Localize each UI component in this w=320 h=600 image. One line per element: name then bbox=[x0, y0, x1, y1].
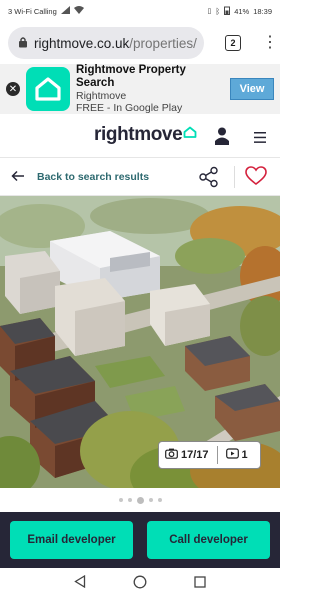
browser-menu-icon[interactable]: ⋮ bbox=[262, 35, 278, 51]
vibrate-icon: ▯ bbox=[207, 8, 212, 15]
rightmove-logo[interactable]: rightmove bbox=[94, 124, 197, 146]
site-header: rightmove bbox=[0, 114, 280, 158]
share-icon[interactable] bbox=[198, 166, 220, 193]
camera-icon bbox=[165, 448, 178, 462]
property-photo[interactable]: 17/17 1 bbox=[0, 196, 280, 488]
address-bar[interactable]: rightmove.co.uk/properties/ bbox=[8, 27, 204, 59]
carousel-dot[interactable] bbox=[127, 498, 132, 502]
back-arrow-icon[interactable] bbox=[11, 169, 25, 188]
nav-back-icon[interactable] bbox=[73, 574, 86, 593]
system-nav-bar bbox=[0, 568, 280, 600]
wifi-icon bbox=[73, 6, 84, 16]
banner-title: Rightmove Property Search bbox=[76, 63, 186, 89]
carousel-dot[interactable] bbox=[148, 498, 153, 502]
url-path: /properties/ bbox=[129, 35, 197, 51]
media-counter[interactable]: 17/17 1 bbox=[158, 441, 261, 469]
email-developer-button[interactable]: Email developer bbox=[10, 521, 133, 559]
close-icon[interactable]: ✕ bbox=[6, 82, 20, 96]
photo-counter[interactable]: 17/17 bbox=[165, 448, 209, 462]
browser-toolbar: rightmove.co.uk/properties/ 2 ⋮ bbox=[0, 22, 280, 64]
photo-count: 17/17 bbox=[181, 449, 209, 461]
nav-home-icon[interactable] bbox=[133, 575, 147, 594]
signal-icon bbox=[60, 6, 70, 16]
carousel-dot-active[interactable] bbox=[136, 496, 144, 504]
carrier-label: 3 Wi-Fi Calling bbox=[8, 6, 57, 16]
banner-price: FREE - In Google Play bbox=[76, 102, 183, 115]
tab-switcher-button[interactable]: 2 bbox=[225, 35, 241, 51]
bluetooth-icon: ᛒ bbox=[215, 6, 221, 16]
carousel-dot[interactable] bbox=[118, 498, 123, 502]
carousel-dot[interactable] bbox=[157, 498, 162, 502]
lock-icon bbox=[18, 36, 28, 51]
app-install-banner: ✕ Rightmove Property Search Rightmove FR… bbox=[0, 64, 280, 114]
status-bar: 3 Wi-Fi Calling ▯ ᛒ 41% 18:39 bbox=[0, 0, 280, 22]
divider bbox=[234, 166, 235, 188]
url-domain: rightmove.co.uk bbox=[34, 35, 130, 51]
logo-text: rightmove bbox=[94, 124, 183, 145]
rightmove-app-logo bbox=[26, 67, 70, 111]
contact-bar: Email developer Call developer bbox=[0, 512, 280, 568]
battery-label: 41% bbox=[234, 6, 250, 16]
hamburger-menu-icon[interactable] bbox=[254, 130, 266, 148]
video-icon bbox=[225, 448, 239, 462]
call-developer-button[interactable]: Call developer bbox=[147, 521, 270, 559]
view-app-button[interactable]: View bbox=[230, 78, 274, 100]
back-to-search-link[interactable]: Back to search results bbox=[37, 171, 149, 183]
listing-action-bar: Back to search results bbox=[0, 158, 280, 196]
battery-icon bbox=[224, 6, 231, 17]
save-heart-icon[interactable] bbox=[245, 166, 267, 191]
counter-divider bbox=[216, 446, 218, 464]
time-label: 18:39 bbox=[253, 6, 272, 16]
carousel-dots bbox=[0, 488, 280, 512]
user-account-icon[interactable] bbox=[215, 127, 229, 150]
banner-publisher: Rightmove bbox=[76, 90, 127, 103]
nav-recents-icon[interactable] bbox=[194, 575, 206, 593]
logo-house-icon bbox=[183, 125, 197, 143]
video-count: 1 bbox=[241, 449, 248, 461]
video-counter[interactable]: 1 bbox=[225, 448, 248, 462]
